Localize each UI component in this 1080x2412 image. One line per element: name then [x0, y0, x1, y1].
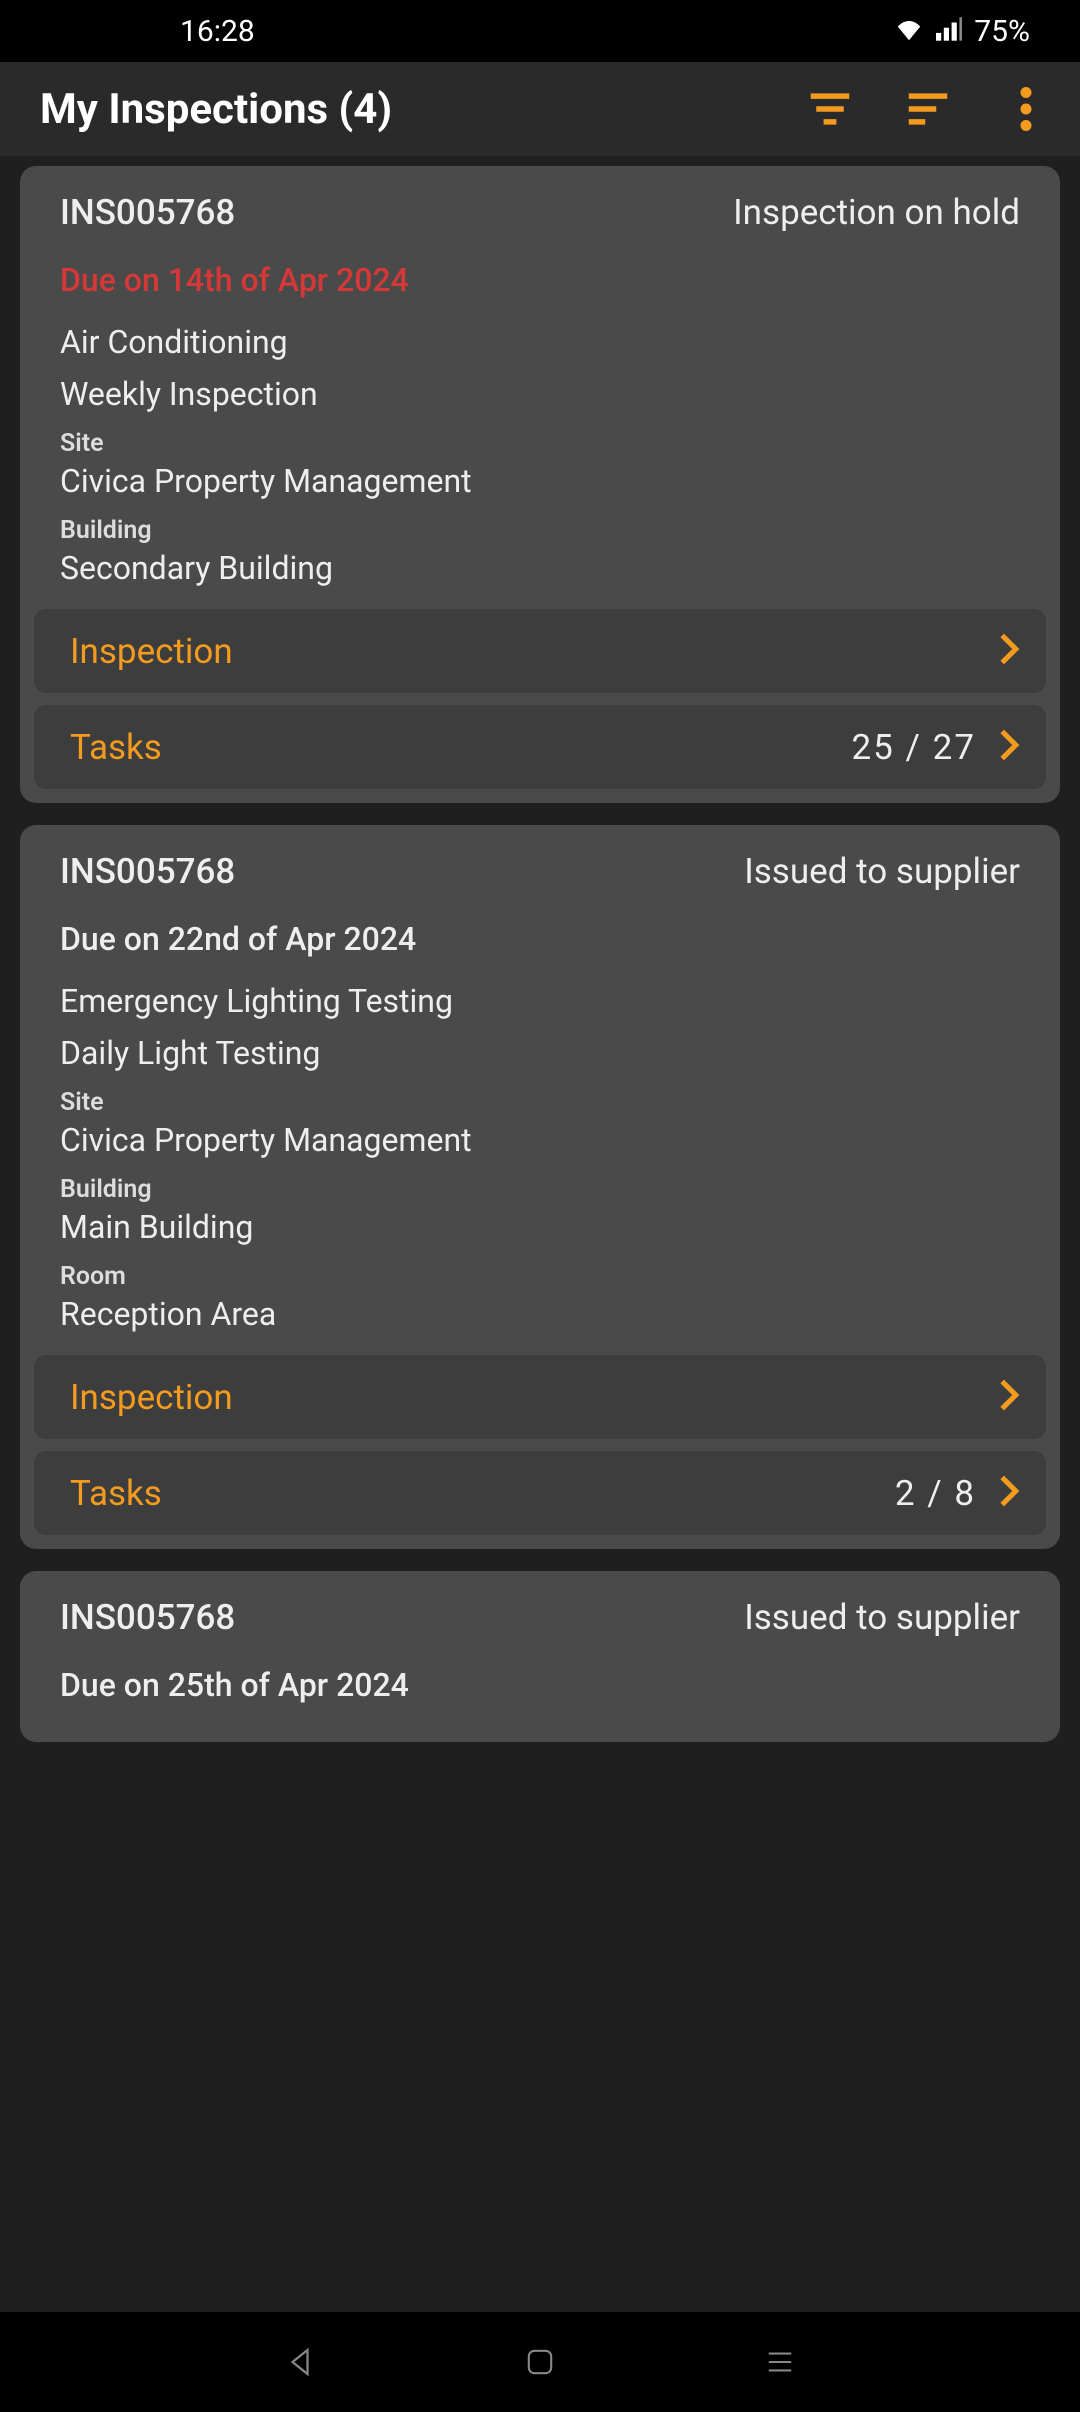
tasks-count: 25 / 27 [852, 727, 977, 768]
room-value: Reception Area [60, 1295, 1020, 1333]
chevron-right-icon [998, 1474, 1020, 1512]
inspection-action-label: Inspection [70, 1377, 998, 1418]
inspection-frequency: Daily Light Testing [60, 1034, 1020, 1072]
chevron-right-icon [998, 632, 1020, 670]
inspection-status: Issued to supplier [744, 1597, 1020, 1638]
tasks-action-label: Tasks [70, 1473, 895, 1514]
due-date: Due on 14th of Apr 2024 [60, 261, 1020, 299]
inspection-frequency: Weekly Inspection [60, 375, 1020, 413]
app-bar: My Inspections (4) [0, 62, 1080, 156]
tasks-action[interactable]: Tasks 2 / 8 [34, 1451, 1046, 1535]
site-label: Site [60, 429, 1020, 458]
signal-icon [936, 14, 962, 49]
inspection-id: INS005768 [60, 851, 235, 892]
inspection-action[interactable]: Inspection [34, 609, 1046, 693]
inspection-id: INS005768 [60, 192, 235, 233]
page-title: My Inspections (4) [40, 85, 806, 134]
site-label: Site [60, 1088, 1020, 1117]
inspection-action[interactable]: Inspection [34, 1355, 1046, 1439]
inspection-card[interactable]: INS005768 Issued to supplier Due on 25th… [20, 1571, 1060, 1742]
inspection-card[interactable]: INS005768 Issued to supplier Due on 22nd… [20, 825, 1060, 1549]
inspection-type: Air Conditioning [60, 323, 1020, 361]
inspection-card[interactable]: INS005768 Inspection on hold Due on 14th… [20, 166, 1060, 803]
room-label: Room [60, 1262, 1020, 1291]
inspection-id: INS005768 [60, 1597, 235, 1638]
sort-icon[interactable] [904, 85, 952, 133]
site-value: Civica Property Management [60, 462, 1020, 500]
back-button[interactable] [280, 2342, 320, 2382]
building-label: Building [60, 516, 1020, 545]
filter-icon[interactable] [806, 85, 854, 133]
status-indicators: 75% [894, 14, 1030, 49]
building-label: Building [60, 1175, 1020, 1204]
system-nav-bar [0, 2312, 1080, 2412]
tasks-action[interactable]: Tasks 25 / 27 [34, 705, 1046, 789]
due-date: Due on 25th of Apr 2024 [60, 1666, 1020, 1704]
status-bar: 16:28 75% [0, 0, 1080, 62]
inspection-type: Emergency Lighting Testing [60, 982, 1020, 1020]
inspection-status: Inspection on hold [733, 192, 1020, 233]
home-button[interactable] [520, 2342, 560, 2382]
inspection-status: Issued to supplier [744, 851, 1020, 892]
chevron-right-icon [998, 1378, 1020, 1416]
tasks-count: 2 / 8 [895, 1473, 976, 1514]
chevron-right-icon [998, 728, 1020, 766]
due-date: Due on 22nd of Apr 2024 [60, 920, 1020, 958]
status-time: 16:28 [180, 14, 255, 49]
building-value: Secondary Building [60, 549, 1020, 587]
more-icon[interactable] [1002, 85, 1050, 133]
tasks-action-label: Tasks [70, 727, 852, 768]
inspection-action-label: Inspection [70, 631, 998, 672]
wifi-icon [894, 14, 924, 49]
recents-button[interactable] [760, 2342, 800, 2382]
site-value: Civica Property Management [60, 1121, 1020, 1159]
building-value: Main Building [60, 1208, 1020, 1246]
inspection-list: INS005768 Inspection on hold Due on 14th… [0, 156, 1080, 2312]
battery-text: 75% [974, 14, 1030, 49]
